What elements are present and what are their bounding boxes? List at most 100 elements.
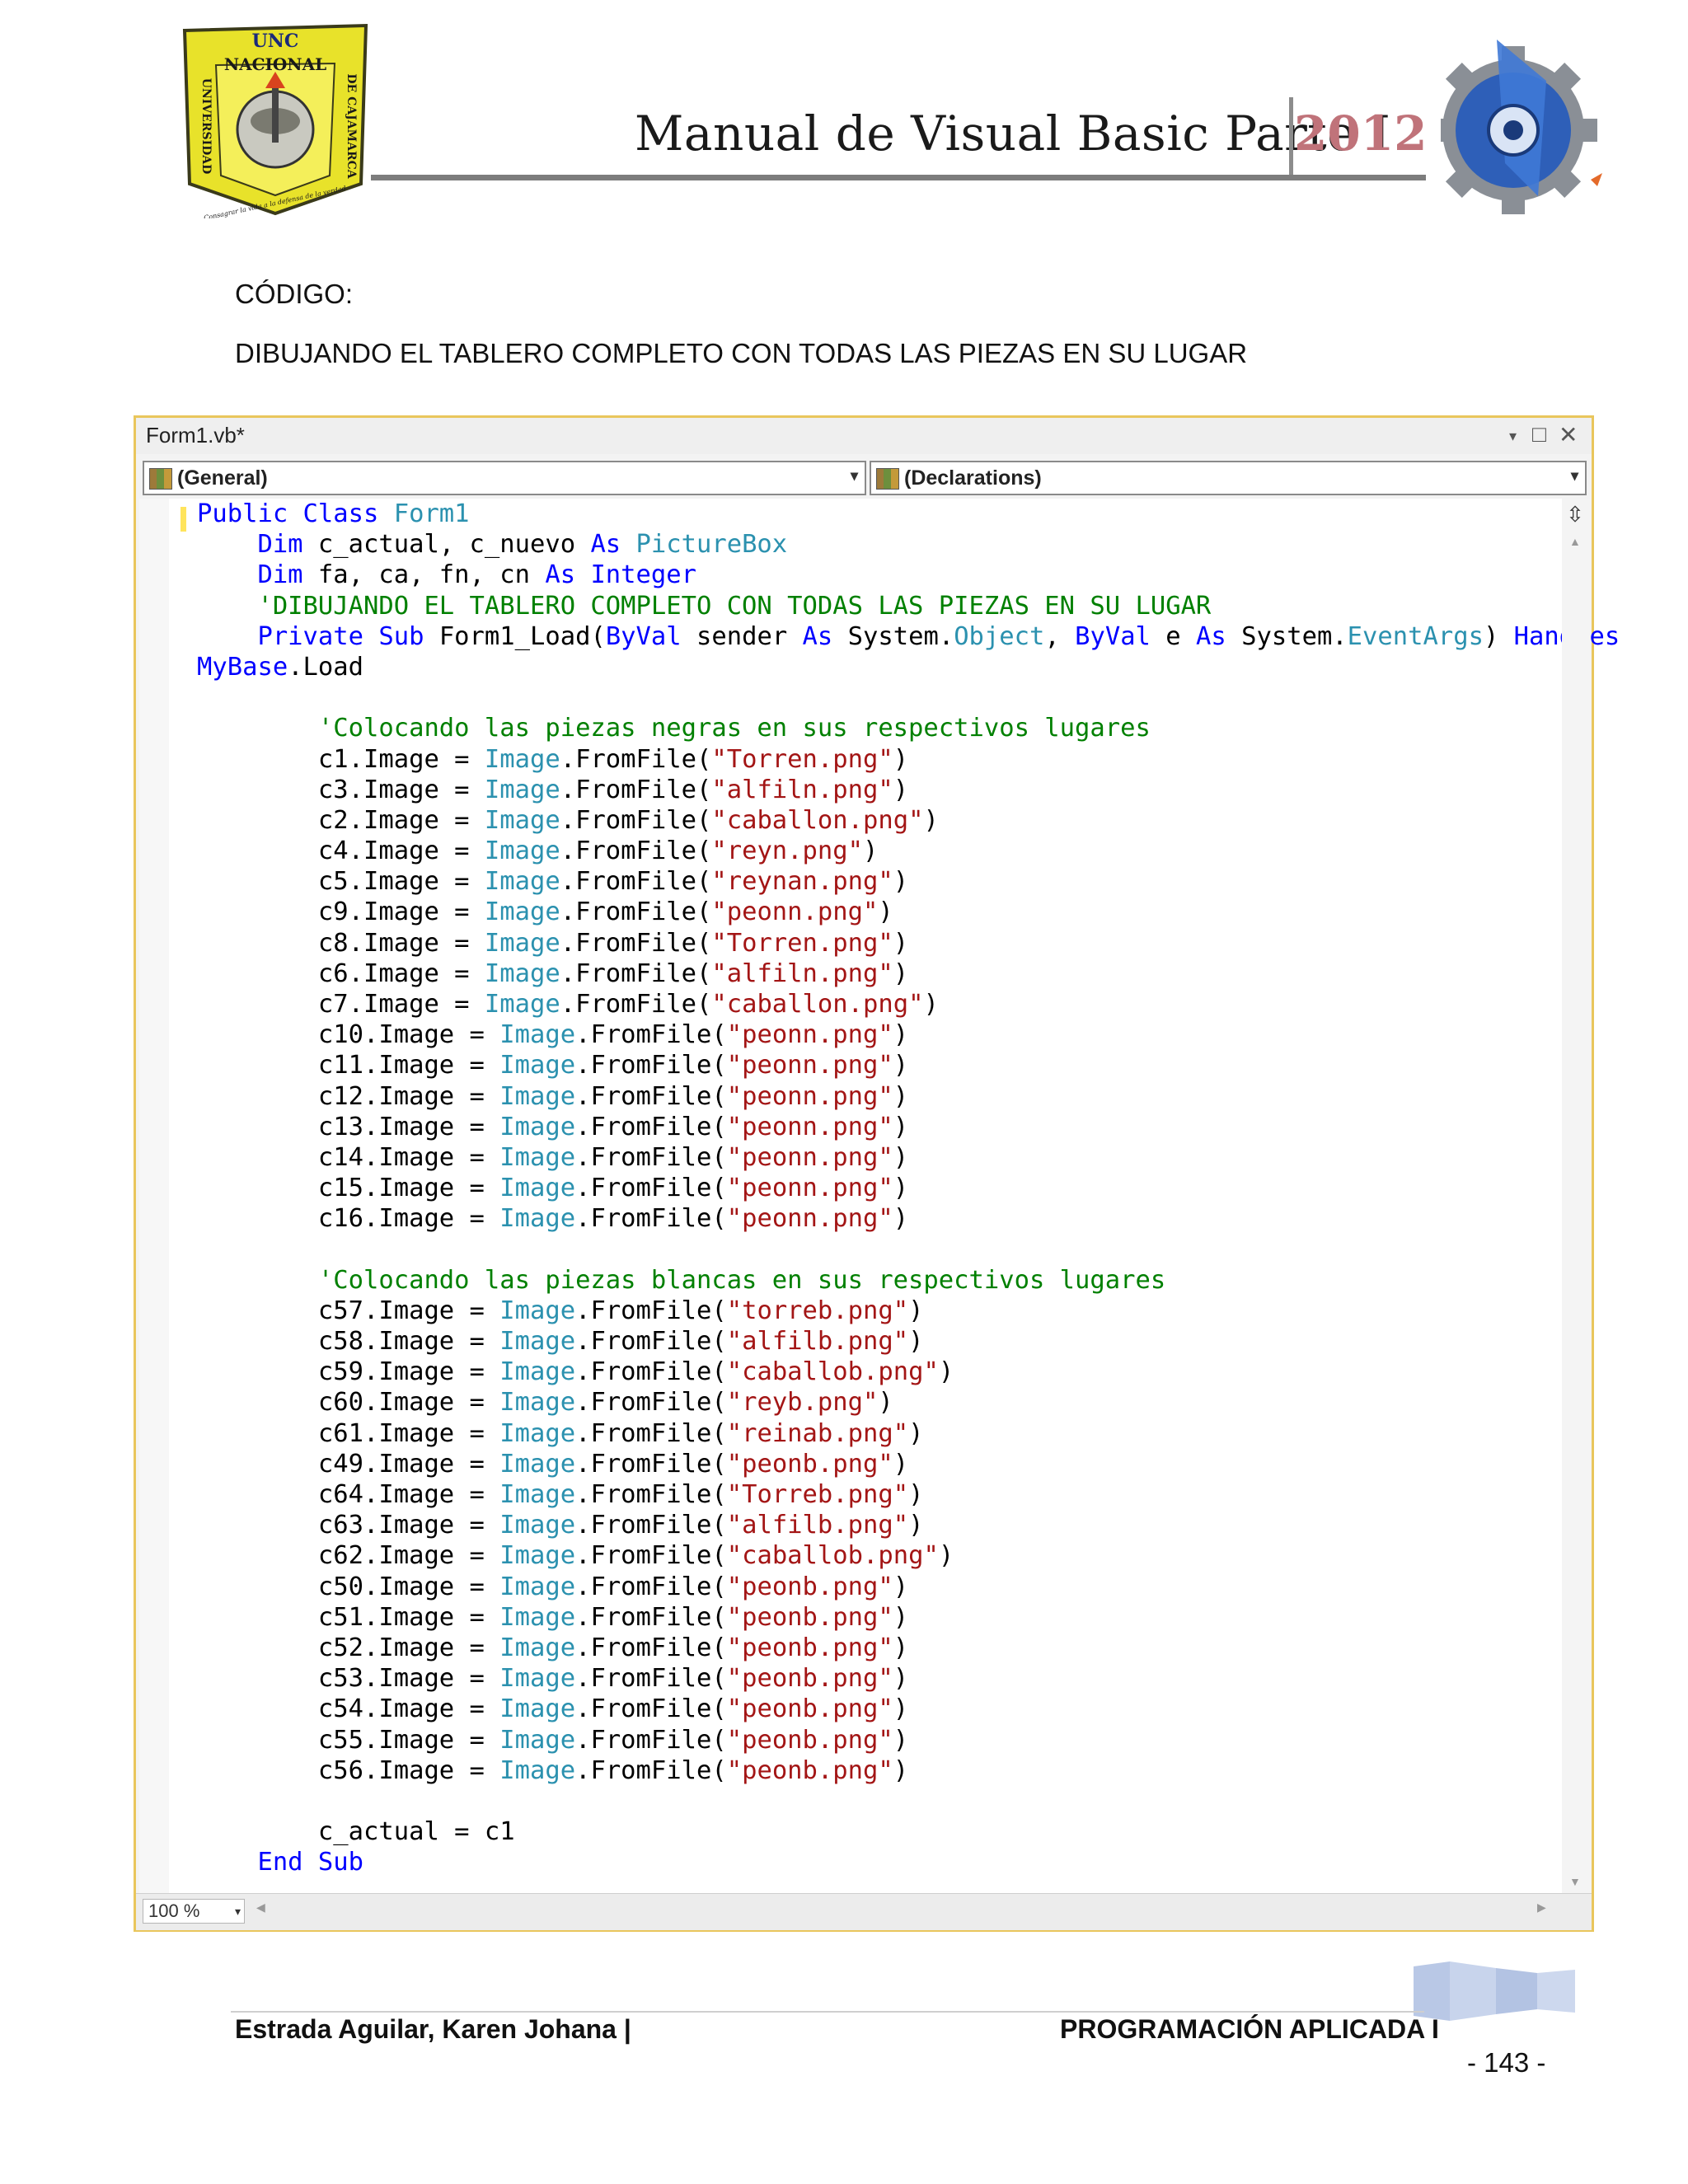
scroll-up-icon[interactable]: ▲ bbox=[1569, 535, 1581, 548]
code-token: c53.Image = bbox=[197, 1664, 500, 1694]
code-line[interactable]: c15.Image = Image.FromFile("peonn.png") bbox=[197, 1173, 1620, 1203]
code-editor-window: Form1.vb* ▾ □ ✕ (General) ▾ (Declaration… bbox=[134, 415, 1620, 1932]
code-line[interactable]: 'DIBUJANDO EL TABLERO COMPLETO CON TODAS… bbox=[197, 591, 1620, 621]
code-line[interactable]: c55.Image = Image.FromFile("peonb.png") bbox=[197, 1725, 1620, 1755]
code-line[interactable]: c53.Image = Image.FromFile("peonb.png") bbox=[197, 1663, 1620, 1694]
code-content[interactable]: Public Class Form1 Dim c_actual, c_nuevo… bbox=[197, 499, 1620, 1877]
code-line[interactable]: c60.Image = Image.FromFile("reyb.png") bbox=[197, 1387, 1620, 1418]
code-token: "peonn.png" bbox=[711, 898, 879, 927]
code-line[interactable]: MyBase.Load bbox=[197, 652, 1620, 682]
code-line[interactable]: c9.Image = Image.FromFile("peonn.png") bbox=[197, 897, 1620, 927]
code-line[interactable] bbox=[197, 1786, 1620, 1816]
close-icon[interactable]: ✕ bbox=[1559, 421, 1578, 448]
code-line[interactable]: c58.Image = Image.FromFile("alfilb.png") bbox=[197, 1326, 1620, 1357]
code-token: c2.Image = bbox=[197, 805, 485, 835]
code-token: .FromFile( bbox=[575, 1204, 727, 1234]
code-line[interactable] bbox=[197, 1235, 1620, 1265]
code-line[interactable]: Public Class Form1 bbox=[197, 499, 1620, 529]
code-token: .FromFile( bbox=[575, 1541, 727, 1571]
code-line[interactable]: c4.Image = Image.FromFile("reyn.png") bbox=[197, 836, 1620, 866]
code-token: Image bbox=[499, 1541, 576, 1571]
code-editor[interactable]: Public Class Form1 Dim c_actual, c_nuevo… bbox=[139, 499, 1620, 1893]
code-line[interactable]: Dim fa, ca, fn, cn As Integer bbox=[197, 560, 1620, 590]
code-line[interactable]: c7.Image = Image.FromFile("caballon.png"… bbox=[197, 989, 1620, 1019]
code-token: "caballob.png" bbox=[726, 1541, 939, 1571]
editor-titlebar: Form1.vb* ▾ □ ✕ bbox=[136, 418, 1592, 454]
zoom-select[interactable]: 100 % ▾ bbox=[143, 1899, 245, 1924]
code-token: .FromFile( bbox=[575, 1511, 727, 1540]
code-token: 'Colocando las piezas negras en sus resp… bbox=[197, 714, 1151, 743]
code-token: Form1 bbox=[393, 499, 470, 528]
code-token: .FromFile( bbox=[575, 1142, 727, 1172]
code-line[interactable]: c16.Image = Image.FromFile("peonn.png") bbox=[197, 1203, 1620, 1234]
code-token: "caballon.png" bbox=[711, 990, 924, 1019]
file-tab[interactable]: Form1.vb* bbox=[146, 423, 245, 448]
code-line[interactable]: c10.Image = Image.FromFile("peonn.png") bbox=[197, 1019, 1620, 1050]
code-line[interactable]: c50.Image = Image.FromFile("peonb.png") bbox=[197, 1572, 1620, 1602]
code-line[interactable]: c57.Image = Image.FromFile("torreb.png") bbox=[197, 1296, 1620, 1326]
code-token: "peonn.png" bbox=[726, 1174, 893, 1203]
document-title: Manual de Visual Basic Parte I bbox=[635, 105, 1391, 162]
code-token: ) bbox=[893, 744, 909, 774]
code-token: c9.Image = bbox=[197, 898, 485, 927]
code-line[interactable]: c49.Image = Image.FromFile("peonb.png") bbox=[197, 1449, 1620, 1479]
code-token: "caballon.png" bbox=[711, 805, 924, 835]
school-gear-logo bbox=[1441, 40, 1602, 214]
code-line[interactable]: 'Colocando las piezas blancas en sus res… bbox=[197, 1265, 1620, 1296]
code-line[interactable]: Dim c_actual, c_nuevo As PictureBox bbox=[197, 529, 1620, 560]
code-token: .FromFile( bbox=[575, 1296, 727, 1325]
code-token: c52.Image = bbox=[197, 1633, 500, 1662]
code-token: Image bbox=[499, 1296, 576, 1325]
code-token: 'DIBUJANDO EL TABLERO COMPLETO CON TODAS… bbox=[197, 591, 1212, 621]
scroll-down-icon[interactable]: ▼ bbox=[1569, 1875, 1581, 1888]
code-line[interactable] bbox=[197, 682, 1620, 713]
code-token: 'Colocando las piezas blancas en sus res… bbox=[197, 1265, 1166, 1295]
code-token: Image bbox=[499, 1327, 576, 1357]
code-line[interactable]: c5.Image = Image.FromFile("reynan.png") bbox=[197, 866, 1620, 897]
code-line[interactable]: c8.Image = Image.FromFile("Torren.png") bbox=[197, 928, 1620, 958]
code-line[interactable]: c64.Image = Image.FromFile("Torreb.png") bbox=[197, 1479, 1620, 1510]
tab-dropdown-icon[interactable]: ▾ bbox=[1509, 428, 1517, 445]
vertical-scrollbar[interactable]: ⇳ ▲ ▼ bbox=[1562, 499, 1590, 1893]
code-line[interactable]: c61.Image = Image.FromFile("reinab.png") bbox=[197, 1418, 1620, 1449]
code-line[interactable]: c14.Image = Image.FromFile("peonn.png") bbox=[197, 1142, 1620, 1173]
code-line[interactable]: c54.Image = Image.FromFile("peonb.png") bbox=[197, 1694, 1620, 1724]
code-token: "caballob.png" bbox=[726, 1357, 939, 1387]
code-token: ) bbox=[893, 1051, 909, 1080]
code-line[interactable]: c1.Image = Image.FromFile("Torren.png") bbox=[197, 744, 1620, 775]
code-line[interactable]: Private Sub Form1_Load(ByVal sender As S… bbox=[197, 621, 1620, 652]
code-token: ) bbox=[863, 837, 879, 866]
page-number: - 143 - bbox=[1467, 2047, 1546, 2078]
code-token: Image bbox=[499, 1142, 576, 1172]
logo-left-text: UNIVERSIDAD bbox=[199, 78, 213, 175]
scroll-right-icon[interactable]: ▶ bbox=[1537, 1900, 1546, 1915]
code-token: ) bbox=[893, 1755, 909, 1785]
code-line[interactable]: c59.Image = Image.FromFile("caballob.png… bbox=[197, 1357, 1620, 1387]
code-token: .FromFile( bbox=[575, 1020, 727, 1050]
code-line[interactable]: c13.Image = Image.FromFile("peonn.png") bbox=[197, 1112, 1620, 1142]
code-token: ) bbox=[893, 1694, 909, 1724]
maximize-icon[interactable]: □ bbox=[1532, 421, 1546, 448]
method-name-combo[interactable]: (Declarations) ▾ bbox=[870, 461, 1587, 495]
code-token: ) bbox=[893, 1142, 909, 1172]
code-line[interactable]: c12.Image = Image.FromFile("peonn.png") bbox=[197, 1081, 1620, 1112]
code-line[interactable]: c51.Image = Image.FromFile("peonb.png") bbox=[197, 1602, 1620, 1633]
code-token: "peonn.png" bbox=[726, 1142, 893, 1172]
splitter-icon[interactable]: ⇳ bbox=[1564, 502, 1586, 527]
code-line[interactable]: c56.Image = Image.FromFile("peonb.png") bbox=[197, 1755, 1620, 1786]
code-token: Private Sub bbox=[197, 621, 439, 651]
code-line[interactable]: c_actual = c1 bbox=[197, 1816, 1620, 1847]
code-line[interactable]: c2.Image = Image.FromFile("caballon.png"… bbox=[197, 805, 1620, 836]
code-token: ) bbox=[893, 958, 909, 988]
class-name-combo[interactable]: (General) ▾ bbox=[143, 461, 866, 495]
code-line[interactable]: 'Colocando las piezas negras en sus resp… bbox=[197, 713, 1620, 743]
code-line[interactable]: c6.Image = Image.FromFile("alfiln.png") bbox=[197, 958, 1620, 989]
code-line[interactable]: c52.Image = Image.FromFile("peonb.png") bbox=[197, 1633, 1620, 1663]
code-line[interactable]: c62.Image = Image.FromFile("caballob.png… bbox=[197, 1540, 1620, 1571]
code-line[interactable]: End Sub bbox=[197, 1847, 1620, 1877]
code-token: Public Class bbox=[197, 499, 394, 528]
code-line[interactable]: c3.Image = Image.FromFile("alfiln.png") bbox=[197, 775, 1620, 805]
code-line[interactable]: c63.Image = Image.FromFile("alfilb.png") bbox=[197, 1510, 1620, 1540]
scroll-left-icon[interactable]: ◀ bbox=[256, 1900, 265, 1915]
code-line[interactable]: c11.Image = Image.FromFile("peonn.png") bbox=[197, 1050, 1620, 1080]
